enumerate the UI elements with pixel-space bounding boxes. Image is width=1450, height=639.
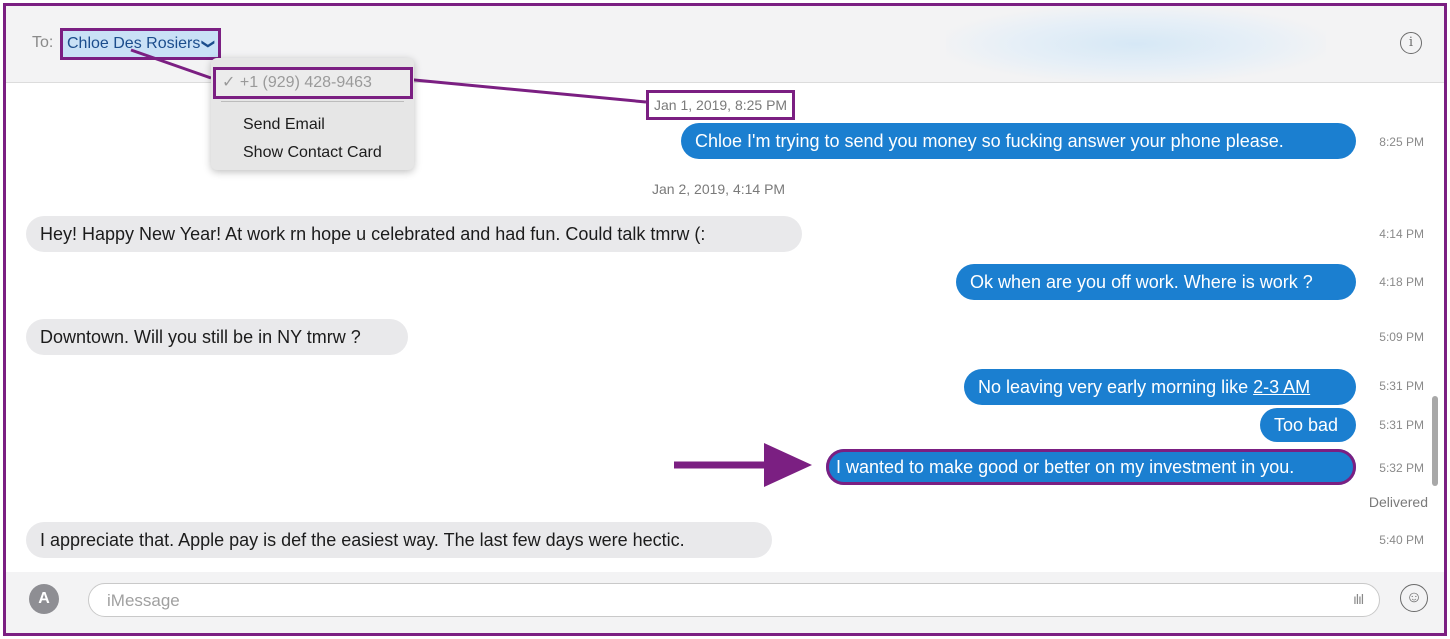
emoji-icon[interactable]: ☺	[1400, 584, 1428, 612]
timestamp-header-jan2: Jan 2, 2019, 4:14 PM	[652, 181, 786, 197]
header-glow	[946, 6, 1326, 82]
recipient-chip[interactable]: Chloe Des Rosiers❯	[60, 28, 222, 60]
message-bubble-sent[interactable]: Too bad	[1260, 408, 1356, 442]
message-time: 4:18 PM	[1379, 275, 1424, 289]
audio-record-icon[interactable]: ılıl	[1353, 591, 1364, 607]
menu-separator	[221, 101, 404, 102]
message-time: 5:40 PM	[1379, 533, 1424, 547]
message-bubble-sent[interactable]: Ok when are you off work. Where is work …	[956, 264, 1356, 300]
messages-window: To: Chloe Des Rosiers❯ i ✓ +1 (929) 428-…	[3, 3, 1447, 636]
message-bubble-received[interactable]: Hey! Happy New Year! At work rn hope u c…	[26, 216, 802, 252]
message-time: 5:09 PM	[1379, 330, 1424, 344]
timestamp-date: Jan 1, 2019,	[654, 97, 732, 113]
chevron-down-icon: ❯	[201, 38, 217, 50]
message-time: 8:25 PM	[1379, 135, 1424, 149]
recipient-name: Chloe Des Rosiers	[67, 35, 201, 52]
delivered-status: Delivered	[1368, 494, 1428, 510]
message-text: No leaving very early morning like	[978, 377, 1254, 397]
menu-item-show-contact-card[interactable]: Show Contact Card	[243, 144, 382, 162]
message-time: 5:32 PM	[1379, 461, 1424, 475]
message-link[interactable]: 2-3 AM	[1253, 377, 1310, 397]
timestamp-header-jan1: Jan 1, 2019, 8:25 PM	[646, 90, 796, 120]
timestamp-time: 8:25 PM	[734, 97, 788, 113]
message-input[interactable]	[105, 588, 1329, 614]
message-time: 5:31 PM	[1379, 379, 1424, 393]
scrollbar[interactable]	[1432, 396, 1438, 486]
app-store-icon[interactable]: A	[29, 584, 59, 614]
message-time: 4:14 PM	[1379, 227, 1424, 241]
contact-menu: ✓ +1 (929) 428-9463 Send Email Show Cont…	[211, 58, 414, 170]
menu-item-phone[interactable]: ✓ +1 (929) 428-9463	[213, 67, 413, 99]
message-bubble-received[interactable]: I appreciate that. Apple pay is def the …	[26, 522, 772, 558]
message-input-field[interactable]: ılıl	[88, 583, 1380, 617]
menu-item-send-email[interactable]: Send Email	[243, 116, 325, 134]
info-icon[interactable]: i	[1400, 32, 1422, 54]
message-time: 5:31 PM	[1379, 418, 1424, 432]
to-label: To:	[32, 34, 54, 51]
message-bubble-sent[interactable]: Chloe I'm trying to send you money so fu…	[681, 123, 1356, 159]
annotation-arrow-head	[764, 443, 812, 487]
message-bubble-received[interactable]: Downtown. Will you still be in NY tmrw ?	[26, 319, 408, 355]
compose-bar: A ılıl ☺	[6, 572, 1444, 633]
message-bubble-sent-highlighted[interactable]: I wanted to make good or better on my in…	[826, 449, 1356, 485]
message-bubble-sent[interactable]: No leaving very early morning like 2-3 A…	[964, 369, 1356, 405]
